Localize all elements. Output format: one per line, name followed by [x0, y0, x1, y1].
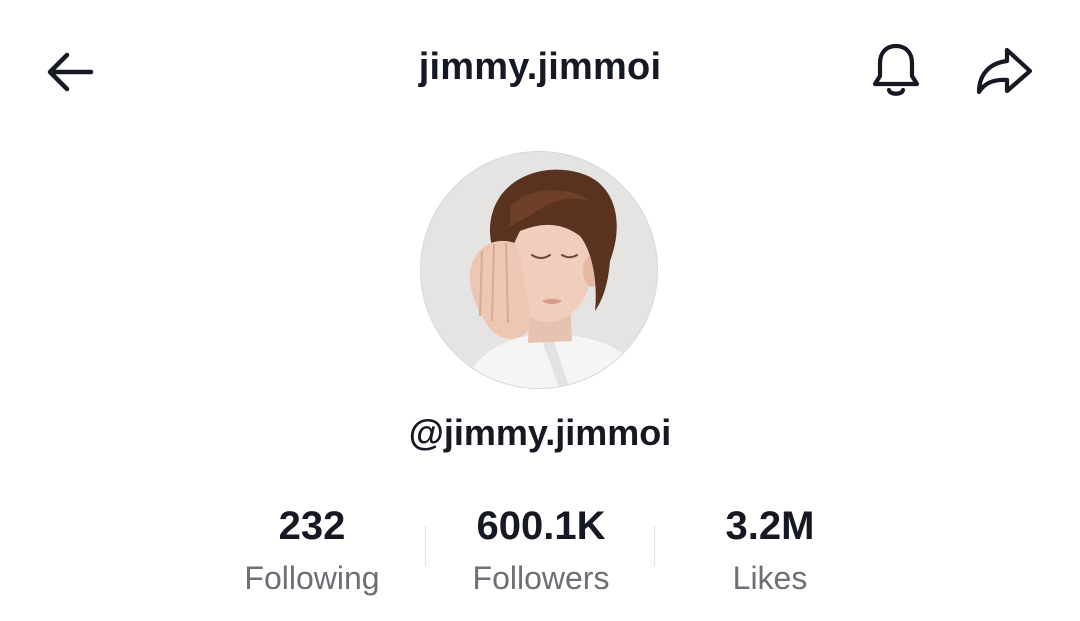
stat-followers-value: 600.1K [476, 504, 606, 548]
share-arrow-icon [976, 47, 1033, 95]
profile-photo [421, 152, 657, 388]
notification-bell-button[interactable] [864, 38, 928, 102]
stat-followers[interactable]: 600.1K Followers [426, 500, 656, 602]
stat-divider [425, 526, 426, 566]
profile-handle: @jimmy.jimmoi [408, 412, 672, 453]
stat-likes[interactable]: 3.2M Likes [655, 500, 885, 602]
avatar[interactable] [420, 151, 658, 389]
profile-stats: 232 Following 600.1K Followers 3.2M Like… [0, 500, 1080, 610]
stat-likes-value: 3.2M [725, 504, 815, 548]
stat-following-label: Following [244, 560, 380, 596]
stat-followers-label: Followers [472, 560, 610, 596]
stat-following[interactable]: 232 Following [197, 500, 427, 602]
profile-header: jimmy.jimmoi [0, 0, 1080, 140]
stat-following-value: 232 [278, 504, 346, 548]
share-button[interactable] [972, 38, 1036, 102]
stat-divider [654, 526, 655, 566]
stat-likes-label: Likes [732, 560, 808, 596]
bell-icon [872, 43, 920, 96]
